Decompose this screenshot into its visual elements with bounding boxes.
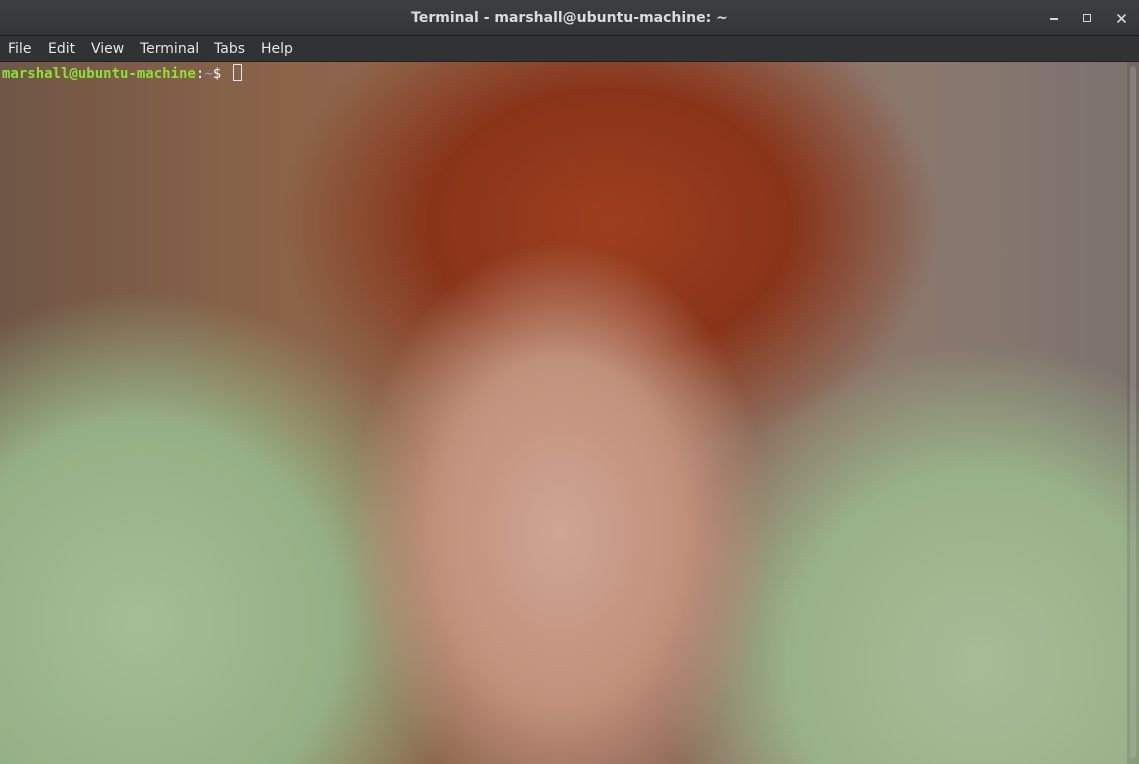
menu-file[interactable]: File	[8, 36, 31, 62]
minimize-icon	[1050, 18, 1058, 20]
window-title: Terminal - marshall@ubuntu-machine: ~	[411, 10, 728, 26]
close-button[interactable]	[1111, 8, 1131, 28]
vertical-scrollbar[interactable]	[1127, 62, 1139, 764]
terminal-area[interactable]: marshall@ubuntu-machine:~$	[0, 62, 1139, 764]
background-overlay	[0, 62, 1139, 764]
title-bar[interactable]: Terminal - marshall@ubuntu-machine: ~	[0, 0, 1139, 36]
prompt-path: ~	[204, 66, 213, 82]
text-cursor	[232, 64, 242, 81]
menu-edit[interactable]: Edit	[48, 36, 75, 62]
close-icon	[1116, 13, 1126, 23]
maximize-button[interactable]	[1077, 8, 1097, 28]
minimize-button[interactable]	[1044, 8, 1064, 28]
menu-view[interactable]: View	[91, 36, 124, 62]
menu-help[interactable]: Help	[261, 36, 293, 62]
terminal-window: Terminal - marshall@ubuntu-machine: ~ Fi…	[0, 0, 1139, 764]
menu-terminal[interactable]: Terminal	[140, 36, 199, 62]
menu-bar: File Edit View Terminal Tabs Help	[0, 36, 1139, 62]
maximize-icon	[1083, 14, 1091, 22]
prompt-user-host: marshall@ubuntu-machine	[2, 66, 196, 82]
prompt-line: marshall@ubuntu-machine:~$	[2, 64, 242, 84]
prompt-symbol: $	[212, 66, 230, 82]
menu-tabs[interactable]: Tabs	[214, 36, 245, 62]
scrollbar-thumb[interactable]	[1130, 66, 1136, 758]
